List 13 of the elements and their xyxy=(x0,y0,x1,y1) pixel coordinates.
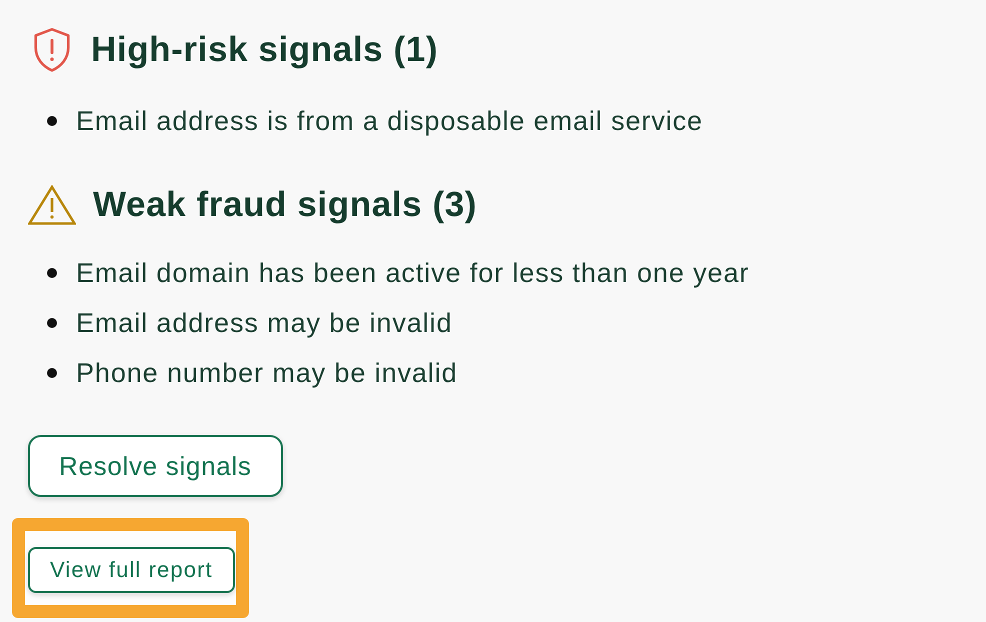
warning-triangle-icon xyxy=(28,185,76,225)
section-heading: High-risk signals (1) xyxy=(91,29,438,71)
bullet-icon xyxy=(47,318,57,328)
bullet-icon xyxy=(47,368,57,378)
signal-text: Email address is from a disposable email service xyxy=(76,106,703,136)
view-report-button[interactable]: View full report xyxy=(28,547,235,593)
signal-text: Phone number may be invalid xyxy=(76,358,458,388)
bullet-icon xyxy=(47,268,57,278)
signal-text: Email domain has been active for less than one year xyxy=(76,258,750,288)
section-heading: Weak fraud signals (3) xyxy=(93,184,478,226)
signal-text: Email address may be invalid xyxy=(76,308,452,338)
resolve-button[interactable]: Resolve signals xyxy=(28,435,283,497)
bullet-icon xyxy=(47,116,57,126)
